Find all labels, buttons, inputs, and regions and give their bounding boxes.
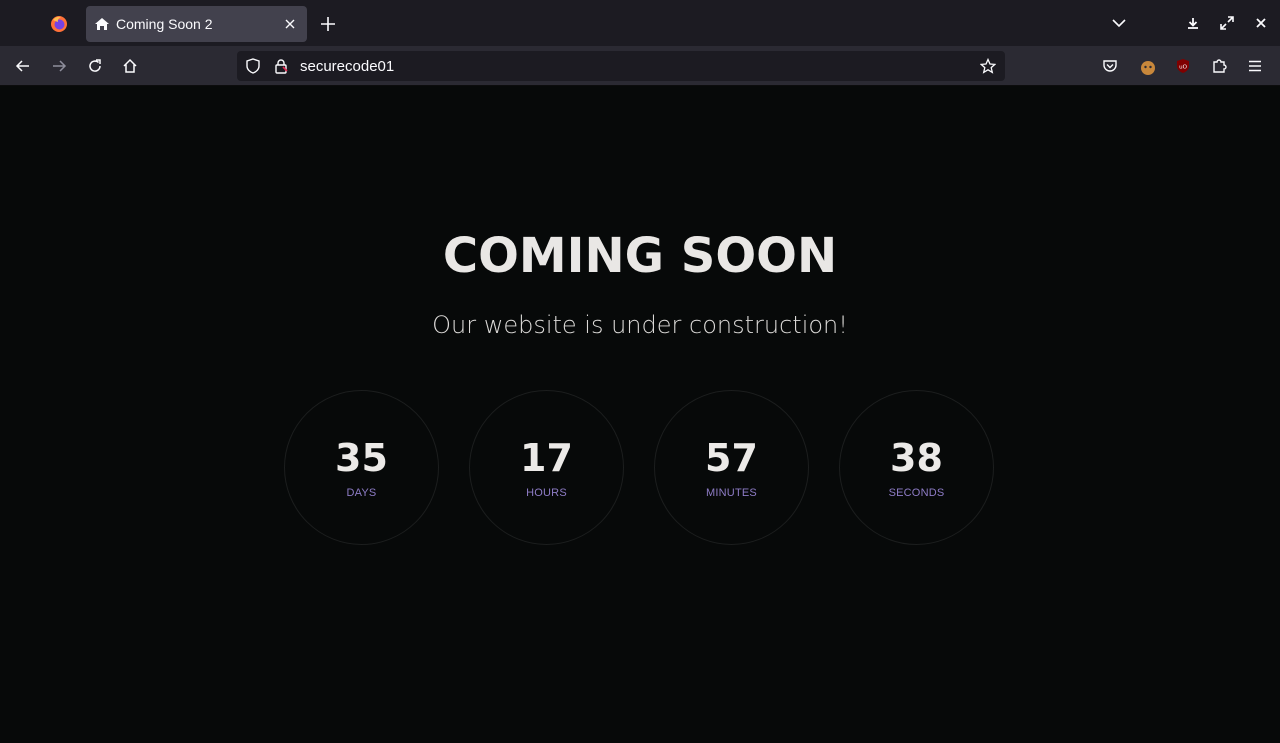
window-close-icon[interactable] <box>1254 16 1268 30</box>
page-headline: COMING SOON <box>442 228 838 284</box>
countdown-minutes: 57 MINUTES <box>654 390 809 545</box>
pocket-icon[interactable] <box>1102 58 1118 74</box>
countdown-days-label: DAYS <box>346 487 377 499</box>
url-text[interactable]: securecode01 <box>300 58 394 75</box>
firefox-icon[interactable] <box>50 15 68 33</box>
tab-list-chevron-down-icon[interactable] <box>1112 16 1126 30</box>
ublock-icon[interactable]: uO <box>1175 58 1191 74</box>
page-subheadline: Our website is under construction! <box>432 311 848 339</box>
tab-coming-soon[interactable]: Coming Soon 2 <box>86 6 307 42</box>
tab-strip: Coming Soon 2 <box>0 0 1280 46</box>
new-tab-plus-icon[interactable] <box>320 16 336 32</box>
extensions-puzzle-icon[interactable] <box>1211 58 1227 74</box>
countdown-hours: 17 HOURS <box>469 390 624 545</box>
bookmark-star-icon[interactable] <box>980 58 996 74</box>
countdown-seconds: 38 SECONDS <box>839 390 994 545</box>
countdown-minutes-value: 57 <box>705 436 758 480</box>
fullscreen-expand-icon[interactable] <box>1220 16 1234 30</box>
countdown-seconds-label: SECONDS <box>888 487 945 499</box>
tracking-shield-icon[interactable] <box>245 58 261 74</box>
reload-icon[interactable] <box>87 58 103 74</box>
countdown-days-value: 35 <box>335 436 388 480</box>
navigation-toolbar: securecode01 127 uO <box>0 46 1280 110</box>
address-bar[interactable]: securecode01 <box>237 51 1005 81</box>
extension-avatar-icon[interactable] <box>1139 57 1157 75</box>
countdown-minutes-label: MINUTES <box>706 487 757 499</box>
lock-icon[interactable] <box>273 58 289 74</box>
countdown-hours-label: HOURS <box>526 487 567 499</box>
home-icon <box>95 18 109 30</box>
home-icon[interactable] <box>122 58 138 74</box>
countdown-seconds-value: 38 <box>890 436 943 480</box>
page-content: COMING SOON Our website is under constru… <box>0 86 1280 743</box>
countdown-days: 35 DAYS <box>284 390 439 545</box>
svg-text:uO: uO <box>1179 65 1187 71</box>
hamburger-menu-icon[interactable] <box>1247 58 1263 74</box>
download-icon[interactable] <box>1186 16 1200 30</box>
forward-arrow-right-icon[interactable] <box>51 58 67 74</box>
back-arrow-left-icon[interactable] <box>15 58 31 74</box>
tab-close-icon[interactable] <box>284 18 296 30</box>
countdown-hours-value: 17 <box>520 436 573 480</box>
tab-title: Coming Soon 2 <box>116 16 213 32</box>
